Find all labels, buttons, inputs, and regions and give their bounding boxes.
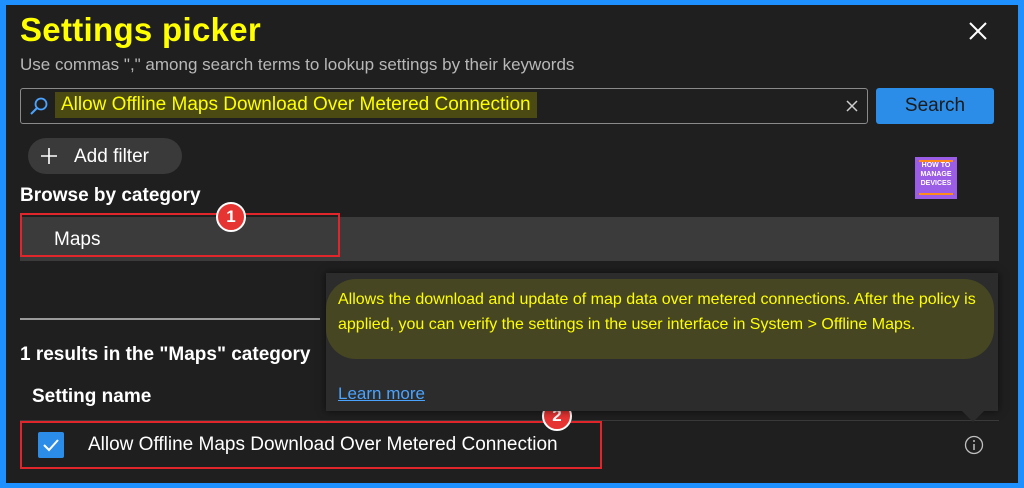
- browse-heading: Browse by category: [20, 185, 201, 206]
- logo-bar-bottom: [919, 193, 953, 195]
- results-summary: 1 results in the "Maps" category: [20, 344, 311, 365]
- step-marker-1: 1: [216, 202, 246, 232]
- column-header-setting-name: Setting name: [32, 386, 152, 407]
- brand-logo: HOW TO MANAGE DEVICES: [915, 157, 957, 199]
- plus-icon: [41, 148, 57, 164]
- close-icon[interactable]: [964, 17, 992, 45]
- logo-line-3: DEVICES: [920, 180, 952, 187]
- divider: [20, 318, 320, 320]
- logo-bar-top: [919, 160, 953, 162]
- search-hint: Use commas "," among search terms to loo…: [20, 55, 575, 74]
- search-input[interactable]: Allow Offline Maps Download Over Metered…: [20, 88, 868, 124]
- settings-picker-panel: Settings picker Use commas "," among sea…: [6, 5, 1018, 483]
- search-icon: [30, 97, 48, 115]
- logo-line-2: MANAGE: [920, 171, 952, 178]
- tooltip-arrow: [961, 410, 985, 422]
- learn-more-link[interactable]: Learn more: [338, 384, 425, 404]
- setting-tooltip: Allows the download and update of map da…: [326, 273, 998, 411]
- search-button[interactable]: Search: [876, 88, 994, 124]
- tooltip-text: Allows the download and update of map da…: [338, 291, 976, 333]
- logo-line-1: HOW TO: [921, 162, 951, 169]
- add-filter-label: Add filter: [74, 146, 149, 167]
- search-value[interactable]: Allow Offline Maps Download Over Metered…: [55, 92, 537, 118]
- info-icon[interactable]: [964, 435, 984, 455]
- clear-icon[interactable]: [844, 98, 860, 114]
- category-highlight-box: [20, 213, 340, 257]
- page-title: Settings picker: [20, 11, 262, 48]
- add-filter-button[interactable]: Add filter: [28, 138, 182, 174]
- setting-highlight-box: [20, 421, 602, 469]
